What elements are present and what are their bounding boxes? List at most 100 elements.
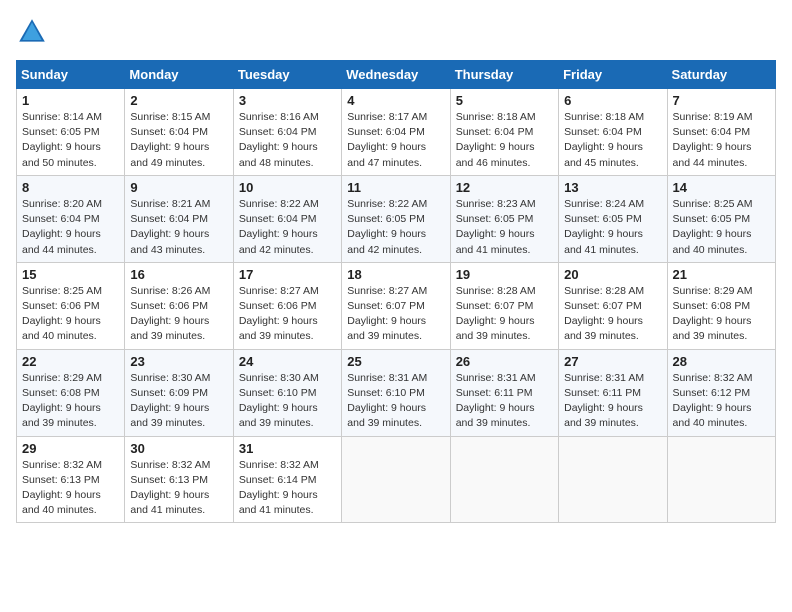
day-number: 5 (456, 93, 553, 108)
day-info: Sunrise: 8:22 AM Sunset: 6:05 PM Dayligh… (347, 197, 444, 258)
day-info: Sunrise: 8:31 AM Sunset: 6:11 PM Dayligh… (456, 371, 553, 432)
day-info: Sunrise: 8:14 AM Sunset: 6:05 PM Dayligh… (22, 110, 119, 171)
calendar-cell: 15Sunrise: 8:25 AM Sunset: 6:06 PM Dayli… (17, 262, 125, 349)
day-info: Sunrise: 8:23 AM Sunset: 6:05 PM Dayligh… (456, 197, 553, 258)
day-number: 8 (22, 180, 119, 195)
calendar-cell: 29 Sunrise: 8:32 AM Sunset: 6:13 PM Dayli… (17, 436, 125, 523)
weekday-wednesday: Wednesday (342, 61, 450, 89)
day-info: Sunrise: 8:28 AM Sunset: 6:07 PM Dayligh… (456, 284, 553, 345)
calendar-cell: 27 Sunrise: 8:31 AM Sunset: 6:11 PM Dayli… (559, 349, 667, 436)
logo-icon (16, 16, 48, 48)
day-info: Sunrise: 8:29 AM Sunset: 6:08 PM Dayligh… (22, 371, 119, 432)
weekday-header-row: SundayMondayTuesdayWednesdayThursdayFrid… (17, 61, 776, 89)
day-info: Sunrise: 8:20 AM Sunset: 6:04 PM Dayligh… (22, 197, 119, 258)
day-number: 29 (22, 441, 119, 456)
day-info: Sunrise: 8:32 AM Sunset: 6:13 PM Dayligh… (22, 458, 119, 519)
calendar-table: SundayMondayTuesdayWednesdayThursdayFrid… (16, 60, 776, 523)
day-number: 30 (130, 441, 227, 456)
calendar-cell: 3 Sunrise: 8:16 AM Sunset: 6:04 PM Daylig… (233, 89, 341, 176)
day-info: Sunrise: 8:24 AM Sunset: 6:05 PM Dayligh… (564, 197, 661, 258)
calendar-cell: 5 Sunrise: 8:18 AM Sunset: 6:04 PM Daylig… (450, 89, 558, 176)
calendar-cell: 4 Sunrise: 8:17 AM Sunset: 6:04 PM Daylig… (342, 89, 450, 176)
week-row-4: 22 Sunrise: 8:29 AM Sunset: 6:08 PM Dayli… (17, 349, 776, 436)
day-number: 15 (22, 267, 119, 282)
day-info: Sunrise: 8:30 AM Sunset: 6:10 PM Dayligh… (239, 371, 336, 432)
day-number: 13 (564, 180, 661, 195)
day-info: Sunrise: 8:30 AM Sunset: 6:09 PM Dayligh… (130, 371, 227, 432)
calendar-cell: 8 Sunrise: 8:20 AM Sunset: 6:04 PM Daylig… (17, 175, 125, 262)
day-number: 27 (564, 354, 661, 369)
calendar-cell: 10 Sunrise: 8:22 AM Sunset: 6:04 PM Dayli… (233, 175, 341, 262)
day-number: 26 (456, 354, 553, 369)
day-number: 3 (239, 93, 336, 108)
calendar-cell: 19Sunrise: 8:28 AM Sunset: 6:07 PM Dayli… (450, 262, 558, 349)
calendar-cell: 23 Sunrise: 8:30 AM Sunset: 6:09 PM Dayli… (125, 349, 233, 436)
calendar-cell: 7 Sunrise: 8:19 AM Sunset: 6:04 PM Daylig… (667, 89, 775, 176)
calendar-cell: 21Sunrise: 8:29 AM Sunset: 6:08 PM Dayli… (667, 262, 775, 349)
day-info: Sunrise: 8:31 AM Sunset: 6:11 PM Dayligh… (564, 371, 661, 432)
day-info: Sunrise: 8:25 AM Sunset: 6:05 PM Dayligh… (673, 197, 770, 258)
day-number: 12 (456, 180, 553, 195)
day-number: 11 (347, 180, 444, 195)
day-number: 24 (239, 354, 336, 369)
calendar-cell: 11 Sunrise: 8:22 AM Sunset: 6:05 PM Dayli… (342, 175, 450, 262)
day-info: Sunrise: 8:19 AM Sunset: 6:04 PM Dayligh… (673, 110, 770, 171)
week-row-1: 1Sunrise: 8:14 AM Sunset: 6:05 PM Daylig… (17, 89, 776, 176)
calendar-cell: 13 Sunrise: 8:24 AM Sunset: 6:05 PM Dayli… (559, 175, 667, 262)
week-row-5: 29 Sunrise: 8:32 AM Sunset: 6:13 PM Dayli… (17, 436, 776, 523)
day-number: 18 (347, 267, 444, 282)
weekday-monday: Monday (125, 61, 233, 89)
weekday-thursday: Thursday (450, 61, 558, 89)
calendar-cell: 26 Sunrise: 8:31 AM Sunset: 6:11 PM Dayli… (450, 349, 558, 436)
weekday-tuesday: Tuesday (233, 61, 341, 89)
calendar-cell (342, 436, 450, 523)
day-info: Sunrise: 8:22 AM Sunset: 6:04 PM Dayligh… (239, 197, 336, 258)
day-info: Sunrise: 8:16 AM Sunset: 6:04 PM Dayligh… (239, 110, 336, 171)
day-info: Sunrise: 8:21 AM Sunset: 6:04 PM Dayligh… (130, 197, 227, 258)
calendar-cell: 17 Sunrise: 8:27 AM Sunset: 6:06 PM Dayli… (233, 262, 341, 349)
day-number: 10 (239, 180, 336, 195)
calendar-cell: 28 Sunrise: 8:32 AM Sunset: 6:12 PM Dayli… (667, 349, 775, 436)
calendar-cell: 30 Sunrise: 8:32 AM Sunset: 6:13 PM Dayli… (125, 436, 233, 523)
calendar-cell: 12 Sunrise: 8:23 AM Sunset: 6:05 PM Dayli… (450, 175, 558, 262)
day-number: 28 (673, 354, 770, 369)
calendar-cell: 22 Sunrise: 8:29 AM Sunset: 6:08 PM Dayli… (17, 349, 125, 436)
calendar-cell (559, 436, 667, 523)
calendar-cell: 16Sunrise: 8:26 AM Sunset: 6:06 PM Dayli… (125, 262, 233, 349)
day-info: Sunrise: 8:32 AM Sunset: 6:13 PM Dayligh… (130, 458, 227, 519)
day-number: 7 (673, 93, 770, 108)
day-info: Sunrise: 8:18 AM Sunset: 6:04 PM Dayligh… (564, 110, 661, 171)
day-info: Sunrise: 8:17 AM Sunset: 6:04 PM Dayligh… (347, 110, 444, 171)
day-info: Sunrise: 8:27 AM Sunset: 6:06 PM Dayligh… (239, 284, 336, 345)
day-number: 17 (239, 267, 336, 282)
day-number: 2 (130, 93, 227, 108)
calendar-cell: 9 Sunrise: 8:21 AM Sunset: 6:04 PM Daylig… (125, 175, 233, 262)
day-number: 9 (130, 180, 227, 195)
calendar-cell: 14 Sunrise: 8:25 AM Sunset: 6:05 PM Dayli… (667, 175, 775, 262)
day-number: 14 (673, 180, 770, 195)
day-info: Sunrise: 8:18 AM Sunset: 6:04 PM Dayligh… (456, 110, 553, 171)
day-info: Sunrise: 8:27 AM Sunset: 6:07 PM Dayligh… (347, 284, 444, 345)
day-info: Sunrise: 8:15 AM Sunset: 6:04 PM Dayligh… (130, 110, 227, 171)
day-number: 4 (347, 93, 444, 108)
weekday-saturday: Saturday (667, 61, 775, 89)
calendar-cell: 20Sunrise: 8:28 AM Sunset: 6:07 PM Dayli… (559, 262, 667, 349)
weekday-friday: Friday (559, 61, 667, 89)
day-number: 6 (564, 93, 661, 108)
day-info: Sunrise: 8:32 AM Sunset: 6:14 PM Dayligh… (239, 458, 336, 519)
day-info: Sunrise: 8:31 AM Sunset: 6:10 PM Dayligh… (347, 371, 444, 432)
week-row-3: 15Sunrise: 8:25 AM Sunset: 6:06 PM Dayli… (17, 262, 776, 349)
day-info: Sunrise: 8:29 AM Sunset: 6:08 PM Dayligh… (673, 284, 770, 345)
day-info: Sunrise: 8:32 AM Sunset: 6:12 PM Dayligh… (673, 371, 770, 432)
calendar-cell: 18 Sunrise: 8:27 AM Sunset: 6:07 PM Dayli… (342, 262, 450, 349)
calendar-cell: 24 Sunrise: 8:30 AM Sunset: 6:10 PM Dayli… (233, 349, 341, 436)
day-number: 23 (130, 354, 227, 369)
calendar-body: 1Sunrise: 8:14 AM Sunset: 6:05 PM Daylig… (17, 89, 776, 523)
day-number: 22 (22, 354, 119, 369)
logo (16, 16, 52, 48)
calendar-cell: 2 Sunrise: 8:15 AM Sunset: 6:04 PM Daylig… (125, 89, 233, 176)
weekday-sunday: Sunday (17, 61, 125, 89)
day-number: 31 (239, 441, 336, 456)
calendar-cell: 31 Sunrise: 8:32 AM Sunset: 6:14 PM Dayli… (233, 436, 341, 523)
page-header (16, 16, 776, 48)
